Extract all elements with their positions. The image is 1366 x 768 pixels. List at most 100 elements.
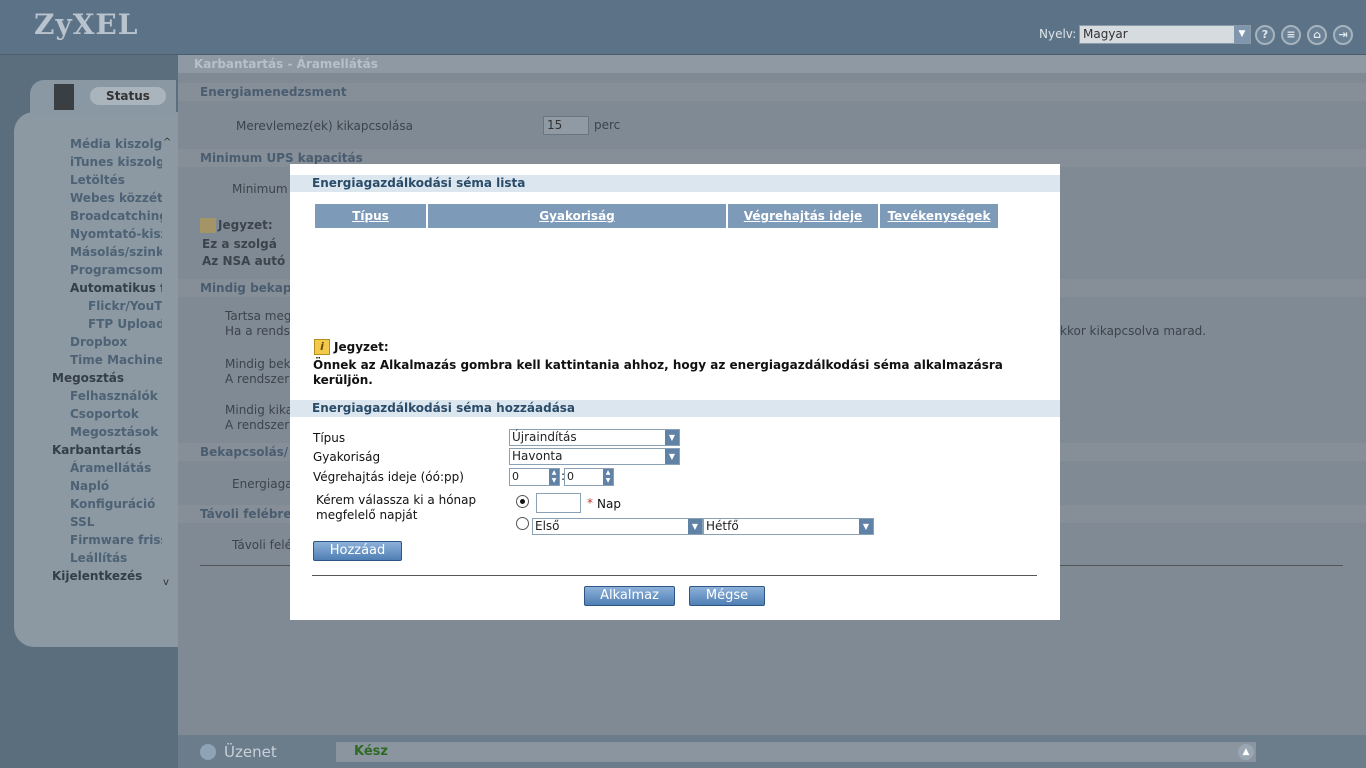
minute-value: 0 [567,470,574,483]
type-label: Típus [313,431,346,445]
note-line-1: Ez a szolgá [202,237,277,251]
spin-arrows-icon[interactable]: ▲ ▼ [549,469,559,485]
sidebar-item-logout[interactable]: Kijelentkezés [52,569,142,583]
exec-time-label: Végrehajtás ideje (óó:pp) [313,470,464,484]
schedule-list-title: Energiagazdálkodási séma lista [290,175,1060,192]
sidebar-item-broadcatching[interactable]: Broadcatching [70,209,162,223]
day-number-radio[interactable] [516,495,529,508]
spin-arrows-icon[interactable]: ▲ ▼ [603,469,613,485]
day-prompt-line-1: Kérem válassza ki a hónap [316,493,477,507]
power-schedule-dialog: Energiagazdálkodási séma lista Típus Gya… [290,164,1060,620]
sidebar-item-log[interactable]: Napló [70,479,109,493]
ordinal-select[interactable]: Első ▼ [532,518,703,535]
sidebar-item-web-publish[interactable]: Webes közzét [70,191,162,205]
hour-stepper[interactable]: 0 ▲ ▼ [509,468,560,486]
sidebar-item-media[interactable]: Média kiszolgá [70,137,162,151]
status-message: Kész [336,742,1256,762]
nav-tree: Média kiszolgá iTunes kiszolg Letöltés W… [22,135,162,590]
weekday-select-value: Hétfő [706,519,739,533]
sidebar-item-time-machine[interactable]: Time Machine [70,353,162,367]
column-header-exec-time[interactable]: Végrehajtás ideje [728,204,880,228]
sidebar-item-dropbox[interactable]: Dropbox [70,335,127,349]
column-header-actions[interactable]: Tevékenységek [880,204,998,228]
sidebar-item-firmware[interactable]: Firmware friss [70,533,162,547]
sidebar-item-config[interactable]: Konfiguráció [70,497,155,511]
option-always-on-desc: A rendszer [225,372,290,386]
status-tab-label: Status [90,87,166,105]
language-label: Nyelv: [1039,27,1077,41]
schedule-add-title: Energiagazdálkodási séma hozzáadása [290,400,1060,417]
weekday-select[interactable]: Hétfő ▼ [703,518,874,535]
sidebar-item-ssl[interactable]: SSL [70,515,94,529]
option-keep: Tartsa meg [225,309,292,323]
option-always-on: Mindig beka [225,357,298,371]
sidebar-item-shares[interactable]: Megosztások [70,425,158,439]
sidebar-item-download[interactable]: Letöltés [70,173,125,187]
frequency-select[interactable]: Havonta ▼ [509,448,680,465]
home-icon[interactable]: ⌂ [1307,25,1327,45]
chevron-down-icon: ▼ [859,519,873,534]
note-icon [200,218,216,233]
chevron-down-icon: ▼ [665,449,679,464]
sidebar-item-maintenance[interactable]: Karbantartás [52,443,141,457]
message-label: Üzenet [224,743,277,761]
note-label: Jegyzet: [334,340,389,354]
add-button[interactable]: Hozzáad [313,541,402,561]
language-select-value: Magyar [1083,27,1128,41]
sidebar-item-copy-sync[interactable]: Másolás/szink [70,245,162,259]
hdd-spindown-label: Merevlemez(ek) kikapcsolása [236,119,413,133]
option-keep-desc: Ha a rendsz [225,324,297,338]
day-prompt-line-2: megfelelő napját [316,508,418,522]
option-keep-desc-tail: kkor kikapcsolva marad. [1060,324,1207,338]
sidebar-item-groups[interactable]: Csoportok [70,407,139,421]
minute-stepper[interactable]: 0 ▲ ▼ [564,468,614,486]
sidebar-item-sharing[interactable]: Megosztás [52,371,124,385]
chevron-down-icon: ▼ [1234,26,1250,43]
note-label-bg: Jegyzet: [218,218,273,232]
column-header-type[interactable]: Típus [315,204,428,228]
type-select[interactable]: Újraindítás ▼ [509,429,680,446]
note-text: Önnek az Alkalmazás gombra kell kattinta… [313,358,1003,387]
help-icon[interactable]: ? [1255,25,1275,45]
chevron-down-icon[interactable]: v [163,577,169,588]
hdd-unit-label: perc [594,118,621,132]
sidebar-item-packages[interactable]: Programcsom [70,263,162,277]
expand-icon[interactable]: ▲ [1238,744,1254,760]
day-number-input[interactable] [536,493,581,513]
weekday-radio[interactable] [516,517,529,530]
sidebar-item-power[interactable]: Áramellátás [70,461,151,475]
zyxel-logo: ZyXEL [34,8,139,41]
required-marker: * [587,496,593,510]
option-always-off: Mindig kika [225,403,294,417]
hour-value: 0 [512,470,519,483]
section-energy: Energiamenedzsment [178,83,1366,101]
sidebar-item-users[interactable]: Felhasználók [70,389,158,403]
apply-button[interactable]: Alkalmaz [584,586,675,606]
option-always-off-desc: A rendszer [225,418,290,432]
hdd-spindown-input[interactable]: 15 [543,116,589,135]
sidebar-item-itunes[interactable]: iTunes kiszolg [70,155,162,169]
status-tab[interactable]: Status [30,80,176,116]
column-header-frequency[interactable]: Gyakoriság [428,204,728,228]
sidebar-item-printer[interactable]: Nyomtató-kisz [70,227,162,241]
sidebar-item-flickr[interactable]: Flickr/YouT [88,299,162,313]
sidebar-item-shutdown[interactable]: Leállítás [70,551,127,565]
chevron-up-icon[interactable]: ^ [163,137,171,148]
note-icon: i [314,339,330,355]
checkbox-energy-label: Energiaga [232,477,293,491]
message-bar: Üzenet Kész ▲ [178,735,1366,768]
language-select[interactable]: Magyar ▼ [1079,25,1251,44]
nav-scrollbar[interactable]: ^ v [162,135,176,590]
chevron-down-icon: ▼ [665,430,679,445]
checkbox-wol-label: Távoli felé [232,538,292,552]
sidebar-item-ftp-upload[interactable]: FTP Upload [88,317,162,331]
logout-icon[interactable]: ⇥ [1333,25,1353,45]
nsa-device-icon [54,84,74,110]
cancel-button[interactable]: Mégse [689,586,765,606]
sidebar-item-auto[interactable]: Automatikus f [70,281,162,295]
frequency-label: Gyakoriság [313,450,381,464]
type-select-value: Újraindítás [512,430,577,444]
frequency-select-value: Havonta [512,449,563,463]
doc-icon[interactable]: ≡ [1281,25,1301,45]
note-line-2: Az NSA autó [202,254,286,268]
